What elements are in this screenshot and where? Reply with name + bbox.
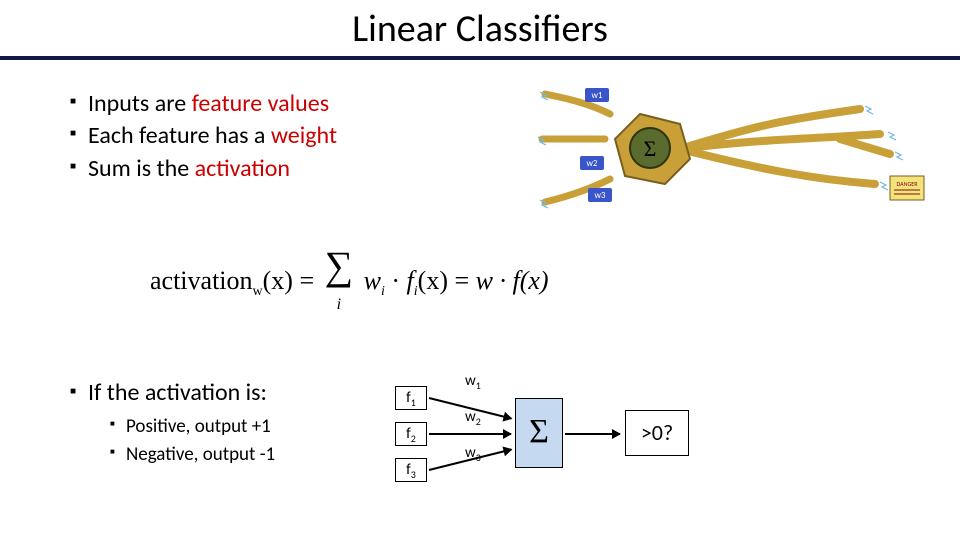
formula-term: f xyxy=(407,266,414,295)
slide: Linear Classifiers Inputs are feature va… xyxy=(0,0,960,540)
formula-sub: w xyxy=(253,284,263,299)
formula-dot: · xyxy=(385,266,407,295)
bullet-highlight: weight xyxy=(271,121,337,150)
bullet-text: Inputs are xyxy=(88,89,192,118)
formula-arg: (x) = xyxy=(263,266,321,295)
neuron-input-label: w2 xyxy=(587,158,598,169)
neuron-input-label: w1 xyxy=(592,90,603,101)
sigma-index: i xyxy=(337,296,341,313)
summation-icon: ∑i xyxy=(325,250,354,316)
threshold-box: >0? xyxy=(625,410,689,456)
bullet-text: Each feature has a xyxy=(88,121,271,150)
feature-box: f2 xyxy=(395,422,427,446)
formula-arg: (x) = xyxy=(418,266,476,295)
bullet-highlight: feature values xyxy=(192,89,329,118)
bullet-highlight: activation xyxy=(195,154,290,183)
activation-formula: activationw(x) = ∑i wi · fi(x) = w · f(x… xyxy=(150,250,549,316)
arrow-icon xyxy=(565,433,620,435)
sigma-icon: Σ xyxy=(529,413,549,450)
bullet-text: If the activation is: xyxy=(88,378,267,407)
slide-title: Linear Classifiers xyxy=(0,6,960,52)
sum-box: Σ xyxy=(515,398,563,468)
arrow-icon xyxy=(429,433,511,435)
feature-box: f3 xyxy=(395,458,427,482)
threshold-label: >0? xyxy=(641,419,673,446)
bullet-text: Sum is the xyxy=(88,154,195,183)
danger-sign: DANGER xyxy=(897,180,919,188)
formula-fn: activation xyxy=(150,266,253,295)
neuron-illustration: w1 w2 w3 Σ DANGER xyxy=(530,84,930,214)
title-block: Linear Classifiers xyxy=(0,0,960,52)
formula-term: w xyxy=(364,266,381,295)
weight-label: w1 xyxy=(465,372,481,392)
neuron-input-label: w3 xyxy=(595,190,606,201)
perceptron-diagram: f1 f2 f3 w1 w2 w3 Σ >0? xyxy=(395,378,875,498)
feature-box: f1 xyxy=(395,386,427,410)
formula-rhs: w · f(x) xyxy=(476,266,549,295)
sigma-icon: Σ xyxy=(644,136,657,161)
